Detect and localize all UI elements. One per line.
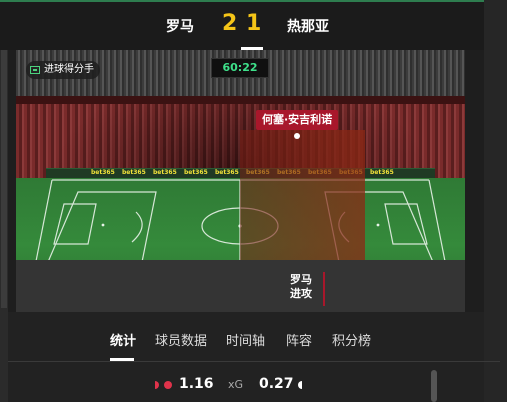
ad-text: bet365 [91, 169, 115, 176]
goalscorer-badge[interactable]: 进球得分手 [26, 61, 100, 79]
stat-row-xg [8, 362, 484, 402]
tab-stats[interactable]: 统计 [110, 330, 136, 349]
away-dot-partial [298, 381, 302, 389]
match-clock: 60:22 [211, 58, 269, 78]
away-xg-value: 0.27 [259, 376, 294, 392]
tab-lineups[interactable]: 阵容 [286, 330, 312, 349]
lower-stand [16, 260, 465, 312]
match-visualization: bet365 bet365 bet365 bet365 bet365 bet36… [16, 50, 465, 312]
tab-player-stats[interactable]: 球员数据 [155, 330, 207, 349]
left-scrollbar[interactable] [0, 50, 8, 402]
ad-text: bet365 [153, 169, 177, 176]
possession-indicator: 罗马 进攻 [290, 273, 312, 301]
goalscorer-badge-label: 进球得分手 [44, 64, 94, 75]
ad-text: bet365 [370, 169, 394, 176]
away-team-name[interactable]: 热那亚 [287, 16, 329, 36]
right-scrollbar-track[interactable] [484, 0, 507, 402]
player-name-tag: 何塞·安吉利诺 [256, 110, 339, 130]
ad-text: bet365 [215, 169, 239, 176]
xg-label: xG [228, 378, 244, 391]
scoreboard: 罗马 2 1 热那亚 [0, 2, 507, 50]
tab-timeline[interactable]: 时间轴 [226, 330, 265, 349]
ball-icon [294, 133, 300, 139]
possession-state: 进攻 [290, 287, 312, 300]
goal-icon [30, 66, 40, 74]
home-score: 2 [222, 11, 238, 36]
home-team-name[interactable]: 罗马 [166, 16, 194, 36]
possession-team: 罗马 [290, 273, 312, 286]
home-xg-value: 1.16 [179, 376, 214, 392]
stand-rim [16, 96, 465, 104]
ad-text: bet365 [184, 169, 208, 176]
possession-bar [323, 272, 325, 306]
inner-scrollbar-thumb[interactable] [431, 370, 437, 402]
ad-text: bet365 [122, 169, 146, 176]
left-scrollbar-thumb[interactable] [1, 50, 7, 308]
tab-standings[interactable]: 积分榜 [332, 330, 371, 349]
home-team-dot [164, 381, 172, 389]
away-score: 1 [246, 11, 262, 36]
